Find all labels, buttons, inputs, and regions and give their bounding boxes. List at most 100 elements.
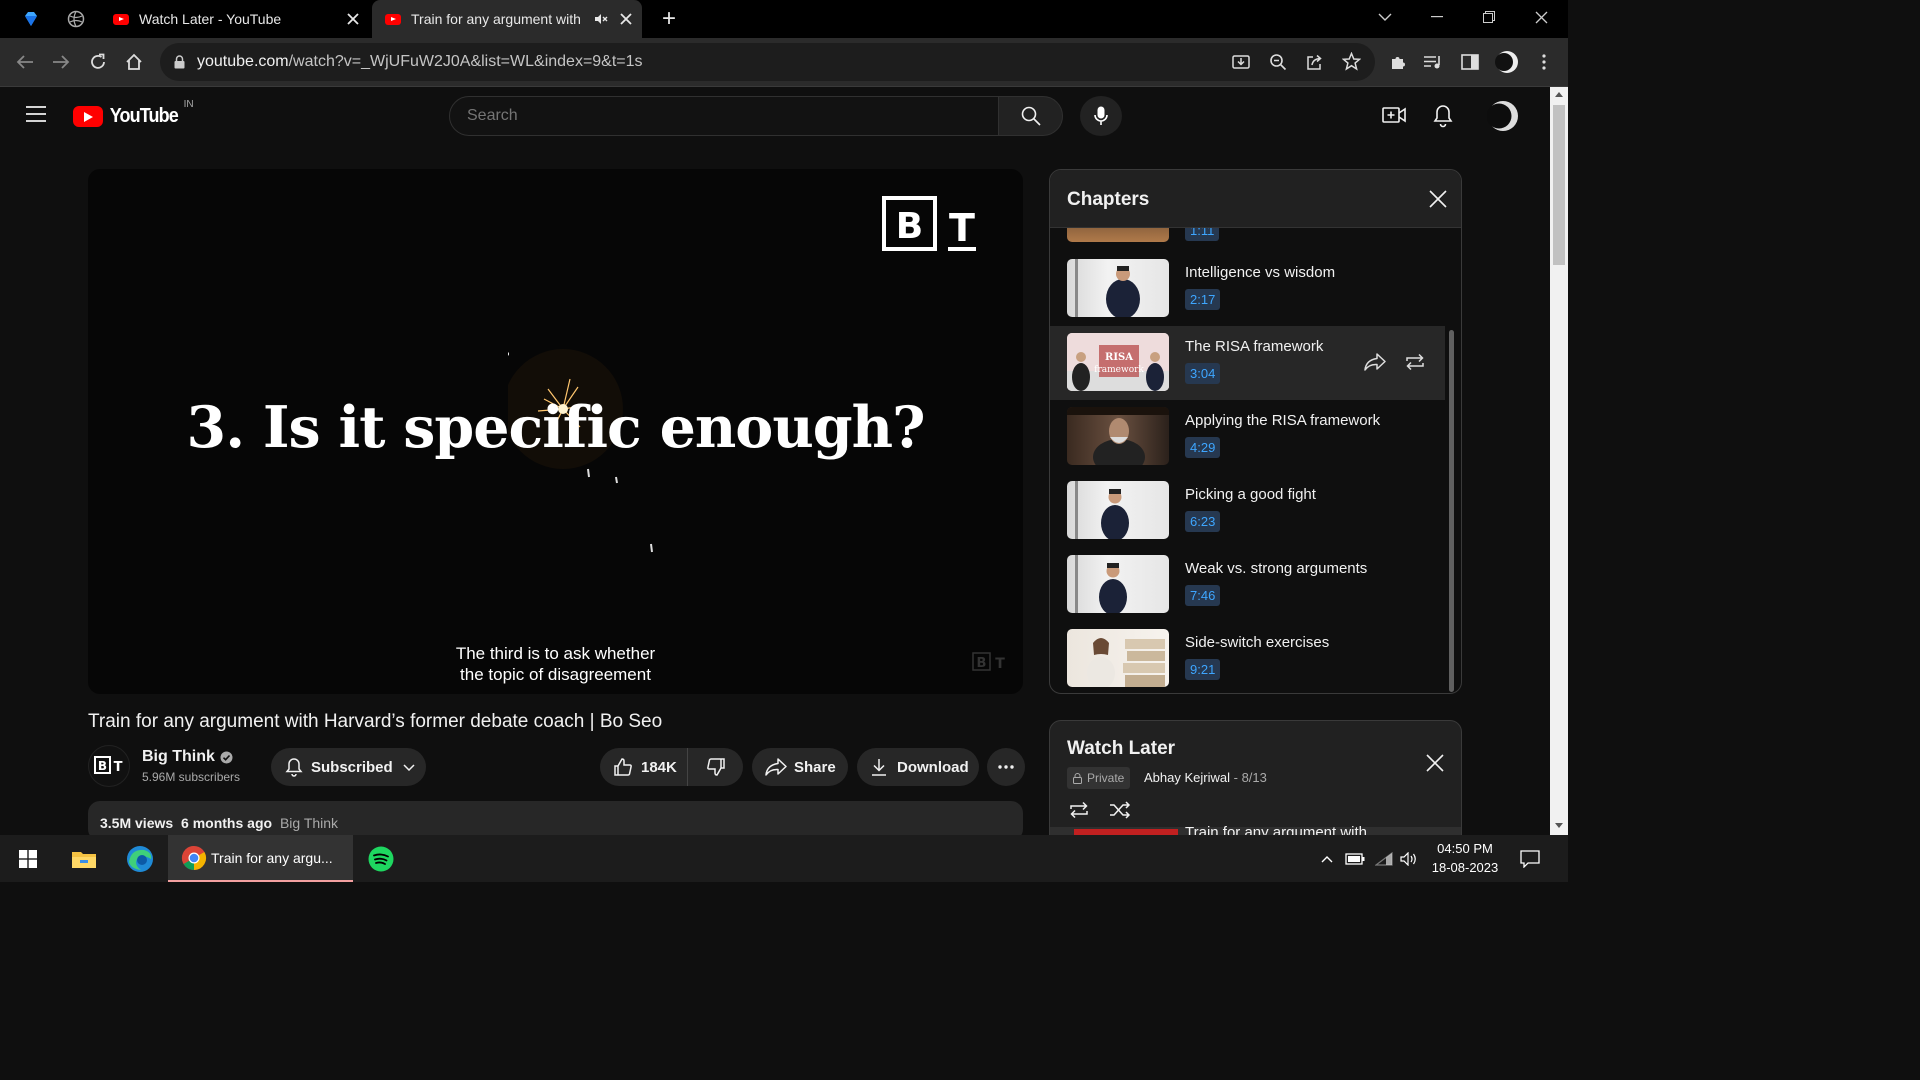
home-button[interactable]: [120, 48, 148, 76]
chapter-thumbnail: [1067, 629, 1169, 687]
globe-icon[interactable]: [67, 10, 85, 28]
chapter-title: Applying the RISA framework: [1185, 412, 1381, 429]
thumbs-down-icon: [706, 757, 726, 777]
chapter-thumbnail: [1067, 555, 1169, 613]
reload-button[interactable]: [84, 48, 112, 76]
chapter-item-active[interactable]: RISA framework The RISA framework 3:04: [1050, 326, 1445, 400]
show-hidden-icons-chevron-icon[interactable]: [1316, 835, 1338, 882]
shuffle-icon[interactable]: [1109, 801, 1131, 819]
chapter-item[interactable]: Weak vs. strong arguments 7:46: [1050, 548, 1445, 622]
lock-icon[interactable]: [174, 55, 185, 69]
scrollbar-thumb[interactable]: [1553, 105, 1565, 265]
tab-train-for-any-argument[interactable]: Train for any argument with I: [372, 0, 642, 38]
voice-search-button[interactable]: [1080, 96, 1122, 136]
chapter-title: Picking a good fight: [1185, 486, 1316, 503]
side-panel-icon[interactable]: [1456, 48, 1484, 76]
extensions-puzzle-icon[interactable]: [1384, 48, 1412, 76]
playlist-owner[interactable]: Abhay Kejriwal: [1144, 770, 1230, 785]
share-label: Share: [794, 758, 836, 776]
loop-chapter-icon[interactable]: [1404, 353, 1426, 371]
loop-playlist-icon[interactable]: [1068, 801, 1090, 819]
chapter-item[interactable]: Applying the RISA framework 4:29: [1050, 400, 1445, 474]
share-button[interactable]: Share: [752, 748, 848, 786]
hamburger-menu-icon[interactable]: [26, 106, 46, 122]
restore-button[interactable]: [1463, 0, 1515, 34]
chevron-down-icon: [403, 763, 415, 771]
video-player[interactable]: B T 3. Is it specific enough? The third …: [88, 169, 1023, 694]
notifications-bell-icon[interactable]: [1433, 104, 1453, 128]
close-playlist-icon[interactable]: [1425, 753, 1445, 773]
chapter-thumbnail: [1067, 407, 1169, 465]
muted-speaker-icon[interactable]: [594, 12, 608, 26]
browser-menu-icon[interactable]: [1530, 48, 1558, 76]
microphone-icon: [1094, 106, 1108, 126]
close-chapters-icon[interactable]: [1428, 189, 1448, 209]
spotify-icon[interactable]: [362, 835, 400, 882]
edge-browser-icon[interactable]: [121, 835, 159, 882]
media-controls-icon[interactable]: [1419, 48, 1447, 76]
tab-watch-later[interactable]: Watch Later - YouTube: [100, 0, 370, 38]
more-actions-button[interactable]: [987, 748, 1025, 786]
youtube-logo[interactable]: YouTube IN: [73, 99, 194, 128]
new-tab-button[interactable]: +: [655, 4, 683, 34]
zoom-icon[interactable]: [1269, 53, 1287, 71]
account-avatar[interactable]: [1487, 100, 1519, 132]
windows-start-icon[interactable]: [10, 835, 46, 882]
battery-icon[interactable]: [1343, 835, 1367, 882]
url-text[interactable]: youtube.com/watch?v=_WjUFuW2J0A&list=WL&…: [197, 53, 643, 71]
chapters-header: Chapters: [1050, 170, 1461, 228]
share-chapter-icon[interactable]: [1364, 353, 1386, 371]
chapters-title: Chapters: [1067, 189, 1150, 210]
chapter-item[interactable]: Intelligence vs wisdom 2:17: [1050, 252, 1445, 326]
tab-title: Train for any argument with I: [411, 11, 581, 27]
scroll-down-arrow-icon[interactable]: [1555, 823, 1563, 828]
video-frame-heading: 3. Is it specific enough?: [186, 394, 926, 461]
chapter-item[interactable]: Picking a good fight 6:23: [1050, 474, 1445, 548]
watch-later-panel: Watch Later Private Abhay Kejriwal - 8/1…: [1049, 720, 1462, 850]
close-tab-icon[interactable]: [618, 11, 634, 27]
chapter-time-badge: 2:17: [1185, 289, 1221, 310]
channel-avatar[interactable]: BT: [88, 745, 130, 787]
search-input[interactable]: [449, 96, 999, 136]
bell-icon: [285, 757, 303, 777]
channel-tag-link[interactable]: Big Think: [280, 815, 338, 831]
svg-text:T: T: [949, 206, 975, 250]
install-app-icon[interactable]: [1232, 53, 1250, 71]
bookmark-star-icon[interactable]: [1342, 52, 1361, 71]
back-button[interactable]: [11, 48, 39, 76]
minimize-button[interactable]: [1411, 0, 1463, 34]
chapters-scrollbar-thumb[interactable]: [1449, 330, 1454, 692]
youtube-play-logo-icon: [73, 106, 103, 127]
notification-center-icon[interactable]: [1516, 835, 1544, 882]
forward-button[interactable]: [47, 48, 75, 76]
svg-text:T: T: [995, 656, 1005, 672]
taskbar-chrome-window[interactable]: Train for any argu...: [168, 835, 353, 882]
profile-avatar[interactable]: [1493, 48, 1521, 76]
diamond-icon[interactable]: [22, 10, 40, 28]
file-explorer-icon[interactable]: [66, 835, 102, 882]
dislike-button[interactable]: [688, 748, 743, 786]
wifi-icon[interactable]: [1372, 835, 1396, 882]
tab-title: Watch Later - YouTube: [139, 11, 282, 27]
address-bar[interactable]: youtube.com/watch?v=_WjUFuW2J0A&list=WL&…: [160, 43, 1375, 81]
scroll-up-arrow-icon[interactable]: [1555, 92, 1563, 97]
volume-icon[interactable]: [1398, 835, 1420, 882]
page-scrollbar[interactable]: [1550, 87, 1568, 835]
youtube-favicon-icon: [113, 13, 129, 25]
video-caption: The third is to ask whether the topic of…: [88, 643, 1023, 685]
share-page-icon[interactable]: [1306, 53, 1324, 71]
create-video-icon[interactable]: [1382, 105, 1406, 125]
like-button[interactable]: 184K: [600, 748, 688, 786]
channel-name[interactable]: Big Think: [142, 748, 233, 766]
search-button[interactable]: [998, 96, 1063, 136]
close-window-button[interactable]: [1515, 0, 1567, 34]
tab-search-chevron-icon[interactable]: [1359, 0, 1411, 34]
playlist-title[interactable]: Watch Later: [1067, 738, 1175, 760]
system-clock[interactable]: 04:50 PM 18-08-2023: [1424, 839, 1506, 877]
subscribed-button[interactable]: Subscribed: [271, 748, 426, 786]
download-button[interactable]: Download: [857, 748, 979, 786]
chapter-item[interactable]: Side-switch exercises 9:21: [1050, 622, 1445, 693]
upload-age: 6 months ago: [181, 815, 273, 831]
privacy-label: Private: [1087, 771, 1125, 785]
close-tab-icon[interactable]: [345, 11, 361, 27]
